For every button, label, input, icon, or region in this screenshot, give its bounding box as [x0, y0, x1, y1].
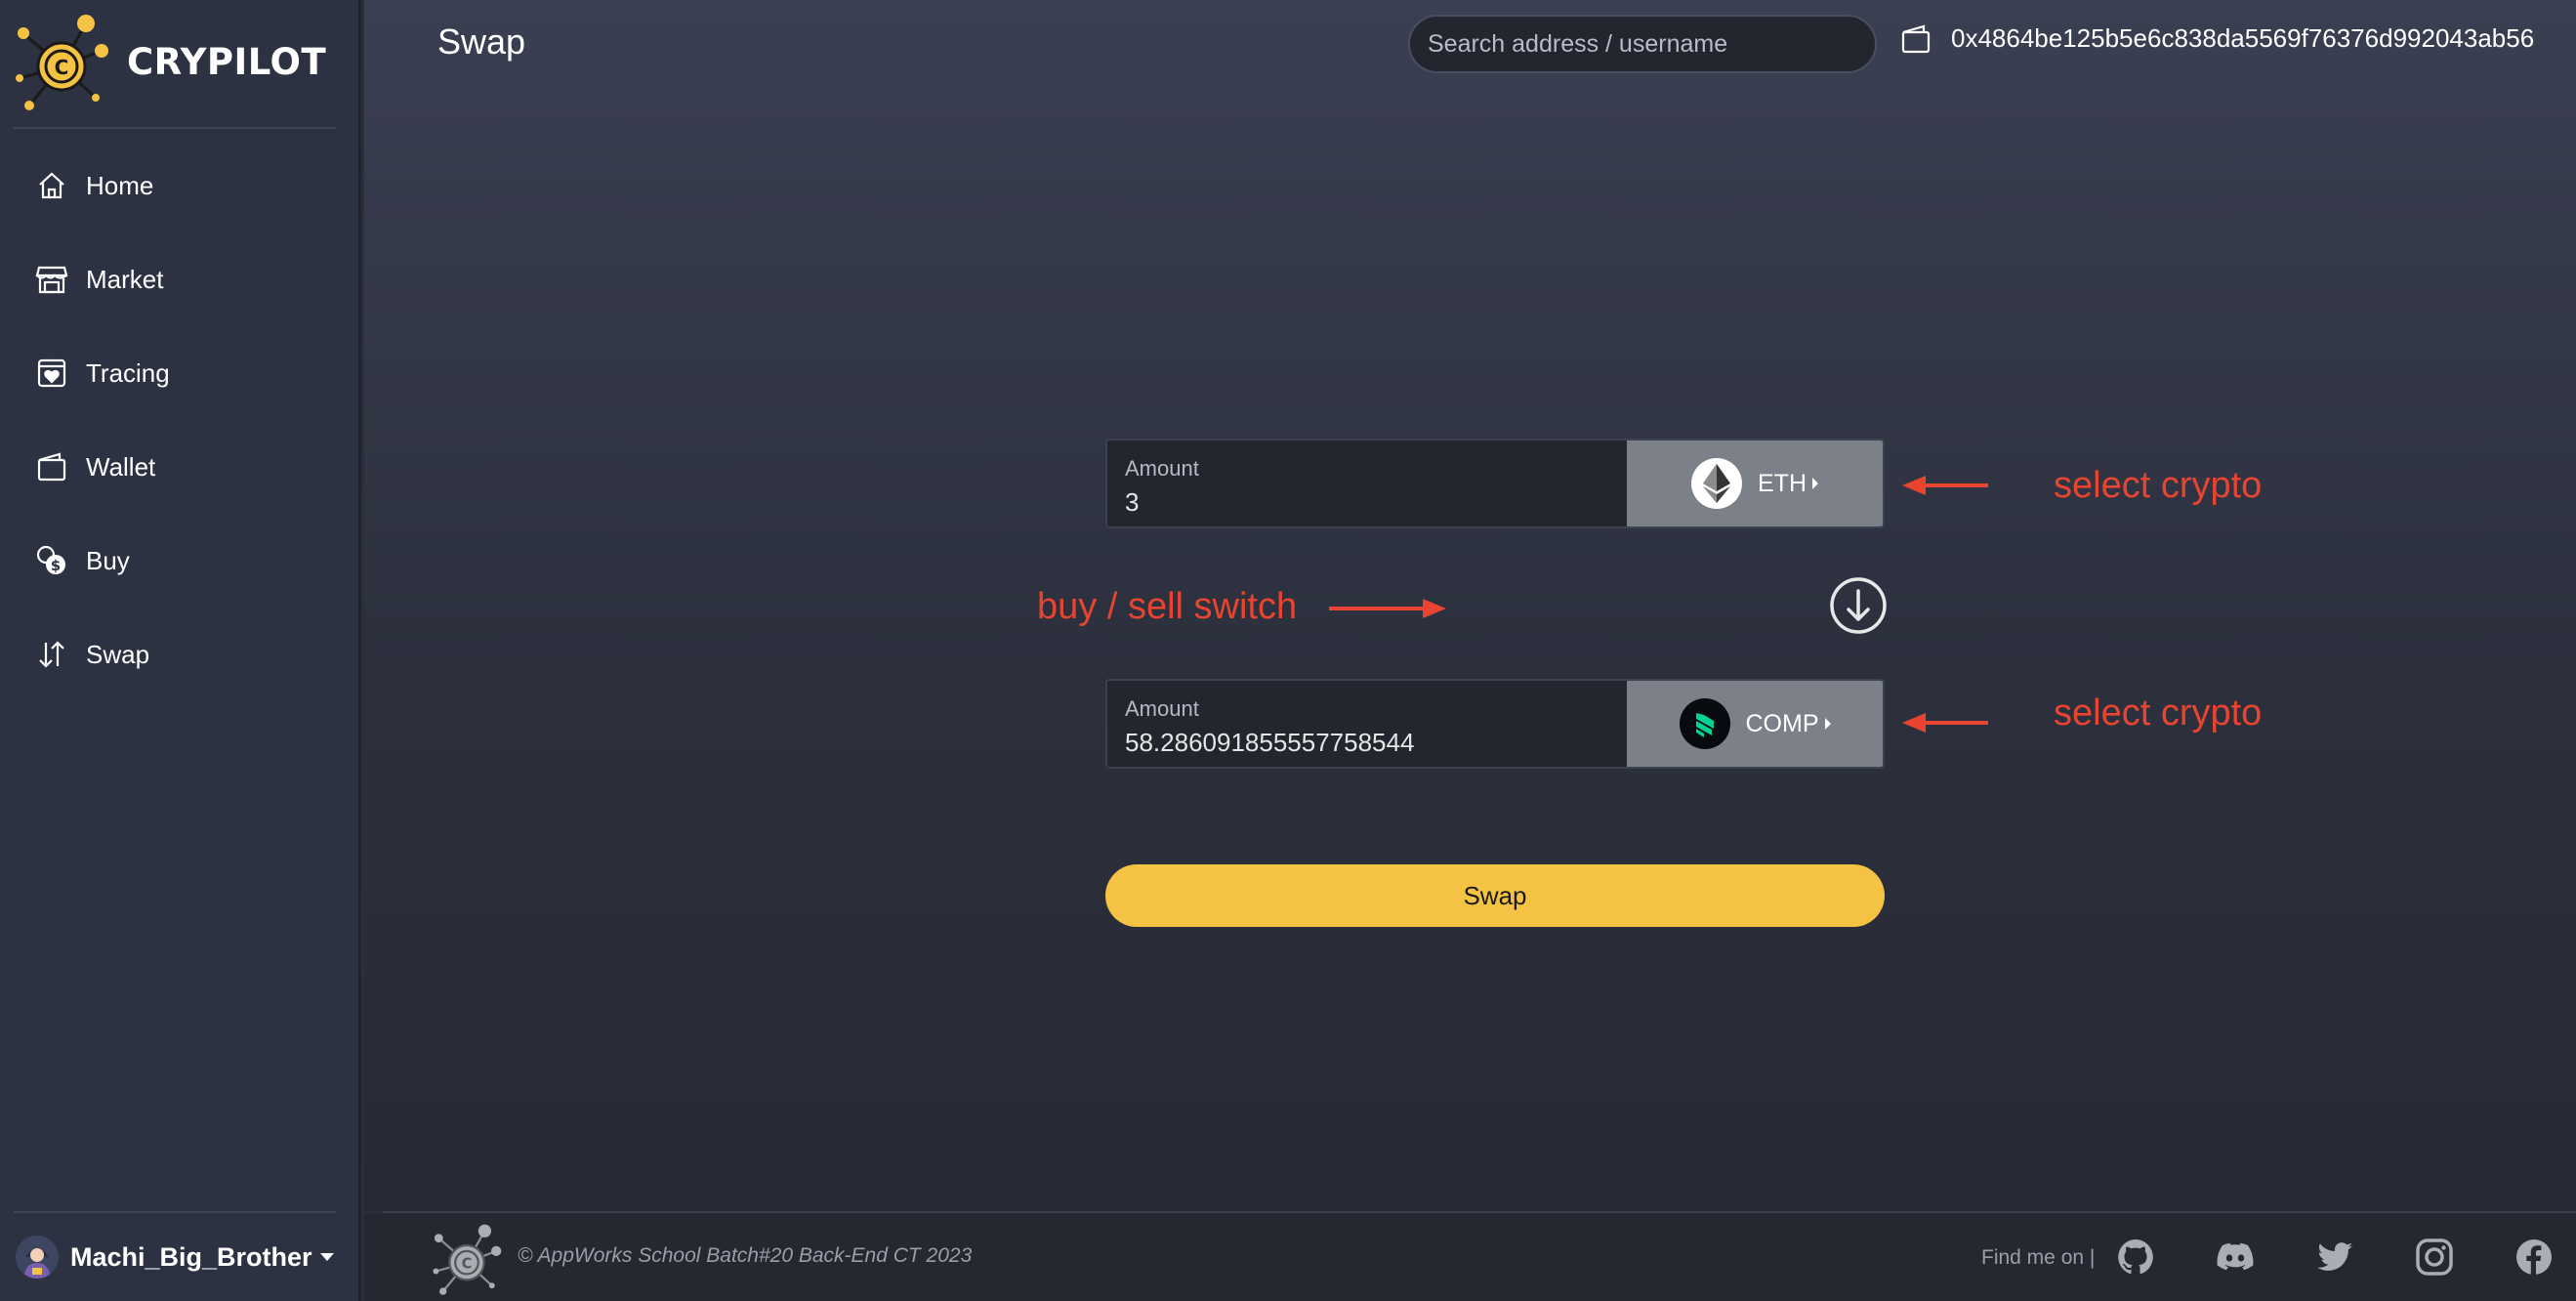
username: Machi_Big_Brother [70, 1241, 312, 1272]
caret-right-icon [1812, 478, 1818, 489]
svg-text:$: $ [51, 557, 61, 574]
from-coin-label: ETH [1758, 469, 1807, 497]
heart-box-icon [35, 357, 68, 390]
chevron-down-icon [319, 1253, 334, 1261]
facebook-icon[interactable] [2514, 1238, 2554, 1277]
swap-button[interactable]: Swap [1105, 864, 1885, 927]
search-input[interactable] [1408, 15, 1877, 73]
annotation-switch: buy / sell switch [1037, 586, 1298, 627]
from-amount-input[interactable] [1125, 487, 1609, 518]
main-content: Swap 0x4864be125b5e6c838da5569f76376d992… [364, 0, 2576, 1211]
sidebar: C CRYPILOT Home Market Tracing Wallet $ … [0, 0, 361, 1301]
sidebar-divider [14, 127, 336, 129]
from-amount-field: Amount ETH [1105, 439, 1885, 528]
annotation-arrow-right-icon [1329, 599, 1446, 618]
avatar [16, 1236, 59, 1279]
sidebar-item-label: Home [86, 170, 154, 200]
wallet-icon [35, 450, 68, 483]
eth-icon [1691, 458, 1742, 509]
wallet-address-link[interactable]: 0x4864be125b5e6c838da5569f76376d992043ab… [1900, 23, 2534, 54]
home-icon [35, 169, 68, 202]
annotation-from-select: select crypto [2054, 465, 2263, 506]
swap-arrows-icon [35, 638, 68, 671]
annotation-arrow-left-icon [1902, 713, 1988, 733]
crypilot-logo-icon: C [433, 1224, 502, 1295]
sidebar-nav: Home Market Tracing Wallet $ Buy Swap [0, 139, 361, 701]
wallet-address: 0x4864be125b5e6c838da5569f76376d992043ab… [1951, 23, 2535, 53]
comp-icon [1679, 698, 1730, 749]
svg-text:C: C [55, 56, 69, 79]
crypilot-logo-icon: C [16, 15, 108, 110]
discord-icon[interactable] [2216, 1238, 2255, 1277]
sidebar-item-buy[interactable]: $ Buy [0, 514, 361, 608]
caret-right-icon [1824, 718, 1831, 730]
sidebar-item-label: Wallet [86, 451, 156, 482]
sidebar-item-wallet[interactable]: Wallet [0, 420, 361, 514]
coins-icon: $ [35, 544, 68, 577]
footer: C © AppWorks School Batch#20 Back-End CT… [364, 1213, 2576, 1301]
sidebar-item-label: Swap [86, 639, 150, 669]
instagram-icon[interactable] [2415, 1238, 2454, 1277]
find-me-label: Find me on | [1981, 1246, 2096, 1269]
sidebar-divider [14, 1211, 336, 1213]
page-title: Swap [437, 21, 526, 62]
github-icon[interactable] [2116, 1238, 2155, 1277]
sidebar-item-swap[interactable]: Swap [0, 608, 361, 701]
twitter-icon[interactable] [2315, 1238, 2354, 1277]
to-amount-label: Amount [1125, 696, 1199, 721]
to-amount-input[interactable] [1125, 728, 1609, 758]
sidebar-item-label: Market [86, 264, 164, 294]
wallet-icon [1901, 24, 1931, 53]
copyright-text: © AppWorks School Batch#20 Back-End CT 2… [518, 1244, 973, 1267]
to-coin-label: COMP [1745, 709, 1819, 737]
to-coin-select[interactable]: COMP [1627, 681, 1883, 767]
annotation-to-select: select crypto [2054, 692, 2263, 734]
user-menu[interactable]: Machi_Big_Brother [16, 1236, 334, 1279]
to-amount-field: Amount COMP [1105, 679, 1885, 769]
sidebar-item-home[interactable]: Home [0, 139, 361, 232]
annotation-arrow-left-icon [1902, 476, 1988, 495]
to-amount-area[interactable]: Amount [1107, 681, 1627, 767]
from-amount-label: Amount [1125, 456, 1199, 481]
from-coin-select[interactable]: ETH [1627, 441, 1883, 526]
sidebar-item-label: Buy [86, 545, 130, 575]
sidebar-item-label: Tracing [86, 357, 170, 388]
from-amount-area[interactable]: Amount [1107, 441, 1627, 526]
swap-direction-button[interactable] [1829, 576, 1888, 635]
sidebar-item-tracing[interactable]: Tracing [0, 326, 361, 420]
svg-text:C: C [462, 1256, 473, 1273]
brand[interactable]: C CRYPILOT [10, 0, 352, 123]
brand-name: CRYPILOT [127, 40, 327, 83]
sidebar-item-market[interactable]: Market [0, 232, 361, 326]
store-icon [35, 263, 68, 296]
